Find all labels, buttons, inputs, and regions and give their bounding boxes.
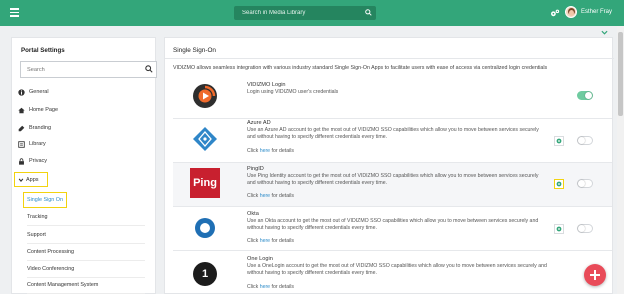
menu-item-label: Branding (29, 125, 52, 131)
home-icon (18, 107, 25, 113)
details-text: Click here for details (247, 148, 295, 154)
divider (165, 58, 614, 59)
app-description: Login using VIDIZMO user's credentials (247, 89, 339, 95)
app-name: PingID (247, 166, 264, 172)
details-link[interactable]: here (260, 193, 270, 199)
submenu-item-content-processing[interactable]: Content Processing (27, 243, 145, 261)
sso-app-row-pingid: Ping PingID Use Ping Identity account to… (173, 163, 612, 207)
submenu-item-label: Tracking (27, 213, 48, 220)
sso-app-row-one-login: 1 One Login Use a OneLogin account to ge… (173, 251, 612, 294)
menu-item-label: Privacy (29, 158, 48, 164)
menu-item-home-page[interactable]: Home Page (18, 103, 58, 117)
vidizmo-login-toggle[interactable] (577, 91, 593, 100)
top-navigation-bar: Esther Fray (0, 0, 624, 26)
toggle-knob (578, 225, 585, 232)
library-icon (18, 140, 25, 148)
toggle-knob (585, 92, 592, 99)
toggle-knob (578, 180, 585, 187)
okta-toggle[interactable] (577, 224, 593, 233)
gear-icon (556, 226, 562, 232)
submenu-item-label: Content Management System (27, 281, 99, 288)
menu-item-library[interactable]: Library (18, 137, 46, 151)
menu-item-privacy[interactable]: Privacy (18, 154, 47, 168)
okta-settings-button[interactable] (554, 224, 564, 234)
app-name: One Login (247, 256, 273, 262)
toggle-knob (578, 137, 585, 144)
user-name[interactable]: Esther Fray (581, 9, 612, 15)
pingid-toggle[interactable] (577, 179, 593, 188)
app-description: Use a OneLogin account to get the most o… (247, 263, 547, 276)
vidizmo-logo-icon (193, 84, 217, 108)
app-description: Use an Azure AD account to get the most … (247, 127, 539, 140)
scrollbar-thumb[interactable] (618, 32, 623, 116)
onelogin-logo-text: 1 (201, 268, 209, 280)
menu-item-general[interactable]: General (18, 85, 49, 99)
submenu-item-support[interactable]: Support (27, 226, 145, 244)
details-text: Click here for details (247, 238, 295, 244)
add-button[interactable] (584, 264, 606, 286)
settings-search-input[interactable] (20, 61, 157, 78)
settings-search (20, 61, 157, 78)
app-description: Use an Okta account to get the most out … (247, 218, 539, 231)
menu-item-label: Library (29, 141, 46, 147)
chevron-down-icon[interactable] (601, 30, 608, 35)
menu-item-branding[interactable]: Branding (18, 121, 51, 135)
details-text: Click here for details (247, 284, 295, 290)
app-name: Azure AD (247, 120, 271, 126)
hamburger-menu-icon[interactable] (10, 8, 19, 17)
okta-logo-icon (195, 218, 215, 238)
details-text: Click here for details (247, 193, 295, 199)
submenu-item-label: Single Sign On (27, 197, 63, 203)
intro-text: VIDIZMO allows seamless integration with… (173, 65, 548, 71)
settings-gears-icon[interactable] (550, 9, 560, 17)
chevron-down-icon (18, 178, 24, 182)
azure-ad-logo-icon (193, 127, 217, 151)
user-avatar[interactable] (565, 6, 577, 18)
gear-icon (556, 181, 562, 187)
details-link[interactable]: here (260, 238, 270, 244)
pingid-logo-text: Ping (193, 177, 217, 189)
submenu-item-label: Video Conferencing (27, 265, 75, 272)
submenu-item-label: Support (27, 231, 46, 238)
pingid-logo: Ping (190, 168, 220, 198)
menu-item-label: Apps (26, 176, 39, 183)
info-icon (18, 88, 25, 96)
submenu-item-content-management-system[interactable]: Content Management System (27, 276, 145, 294)
app-name: VIDIZMO Login (247, 82, 286, 88)
onelogin-logo: 1 (193, 262, 217, 286)
details-link[interactable]: here (260, 284, 270, 290)
azure-ad-toggle[interactable] (577, 136, 593, 145)
details-link[interactable]: here (260, 148, 270, 154)
azure-ad-settings-button[interactable] (554, 136, 564, 146)
media-library-search (234, 6, 376, 20)
submenu-item-single-sign-on[interactable]: Single Sign On (23, 192, 67, 208)
sso-app-row-azure-ad: Azure AD Use an Azure AD account to get … (173, 119, 612, 163)
page-title: Single Sign-On (173, 47, 216, 54)
search-icon[interactable] (145, 65, 153, 73)
app-name: Okta (247, 211, 259, 217)
lock-icon (19, 157, 24, 165)
submenu-item-label: Content Processing (27, 248, 75, 255)
sso-app-row-okta: Okta Use an Okta account to get the most… (173, 207, 612, 251)
app-description: Use Ping Identity account to get the mos… (247, 173, 539, 186)
menu-item-label: Home Page (29, 107, 59, 113)
media-library-search-input[interactable] (234, 6, 360, 20)
branding-icon (18, 125, 25, 131)
gear-icon (556, 138, 562, 144)
sso-app-row-vidizmo: VIDIZMO Login Login using VIDIZMO user's… (173, 75, 612, 119)
pingid-settings-button[interactable] (554, 179, 564, 189)
search-icon[interactable] (365, 9, 372, 16)
submenu-item-tracking[interactable]: Tracking (27, 208, 145, 226)
menu-item-apps[interactable]: Apps (14, 172, 48, 187)
panel-title: Portal Settings (21, 47, 65, 54)
menu-item-label: General (29, 89, 49, 95)
